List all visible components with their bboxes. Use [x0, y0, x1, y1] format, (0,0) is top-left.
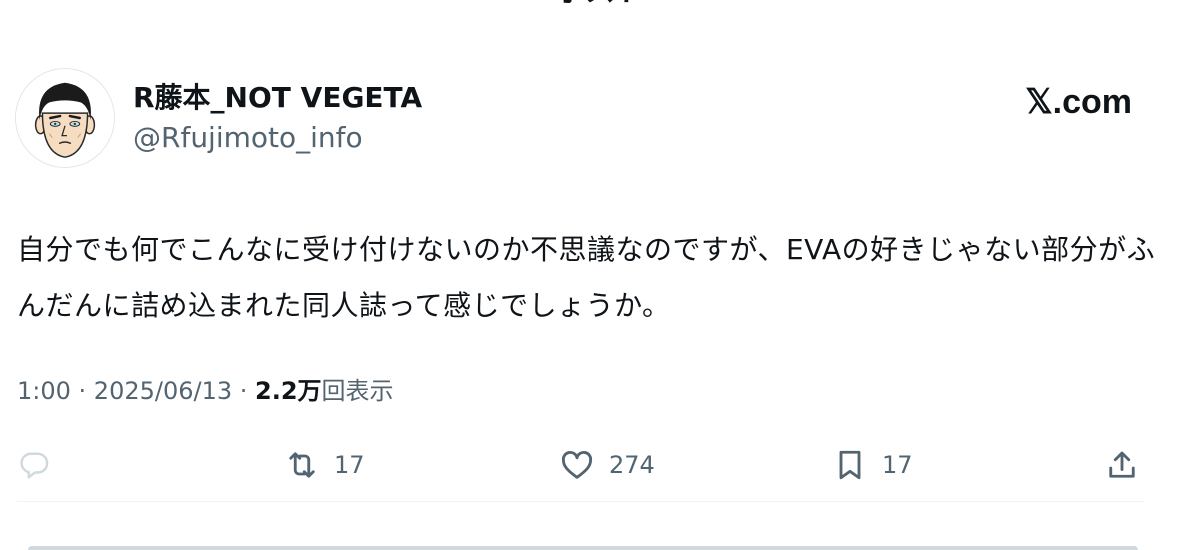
post-date[interactable]: 2025/06/13 — [94, 377, 232, 405]
share-button[interactable] — [1104, 440, 1140, 490]
views-label: 回表示 — [321, 377, 394, 405]
author-handle[interactable]: @Rfujimoto_info — [133, 120, 363, 156]
reply-button[interactable] — [16, 440, 66, 490]
action-bar: 17 274 17 — [0, 440, 1200, 490]
reply-composer-edge — [28, 546, 1138, 550]
views-count: 2.2万 — [255, 377, 322, 405]
meta-separator: · — [70, 377, 94, 405]
share-icon — [1109, 451, 1135, 478]
bookmark-button[interactable]: 17 — [832, 440, 913, 490]
post-time[interactable]: 1:00 — [17, 377, 71, 405]
repost-icon — [289, 452, 315, 478]
avatar[interactable] — [15, 68, 115, 168]
page-title: ポスト — [0, 0, 1200, 10]
author-display-name[interactable]: R藤本_NOT VEGETA — [133, 80, 422, 116]
bookmark-icon — [839, 450, 861, 480]
post-text: 自分でも何でこんなに受け付けないのか不思議なのですが、EVAの好きじゃない部分が… — [17, 233, 1156, 322]
avatar-illustration — [16, 69, 114, 167]
post-meta: 1:00 · 2025/06/13 · 2.2万回表示 — [17, 371, 394, 411]
repost-button[interactable]: 17 — [284, 440, 365, 490]
reply-icon — [20, 452, 49, 479]
meta-separator: · — [232, 377, 256, 405]
heart-icon — [561, 450, 593, 479]
bookmark-count: 17 — [882, 451, 913, 479]
repost-count: 17 — [334, 451, 365, 479]
divider — [17, 501, 1145, 502]
like-button[interactable]: 274 — [559, 440, 655, 490]
post-detail-page: ポスト R藤本_NOT VEGETA — [0, 0, 1200, 550]
brand-logo: 𝕏.com — [1025, 83, 1132, 121]
like-count: 274 — [609, 451, 655, 479]
